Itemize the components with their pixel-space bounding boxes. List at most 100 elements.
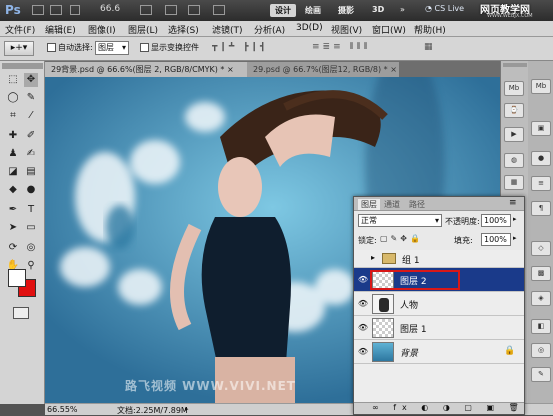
status-document-size[interactable]: 文档:2.25M/7.89M bbox=[117, 405, 188, 416]
layer-row-group[interactable]: ▸ 组 1 bbox=[354, 250, 524, 268]
menu-layer[interactable]: 图层(L) bbox=[128, 23, 158, 36]
layer-row-background[interactable]: 👁 背景 🔒 bbox=[354, 340, 524, 364]
channels-panel-icon[interactable]: ◎ bbox=[531, 343, 551, 358]
workspace-paint-button[interactable]: 绘画 bbox=[305, 5, 321, 16]
visibility-eye-icon[interactable] bbox=[357, 254, 369, 264]
dodge-tool-icon[interactable]: ● bbox=[24, 183, 38, 197]
tab-layers[interactable]: 图层 bbox=[358, 199, 380, 210]
bridge-icon[interactable] bbox=[32, 5, 44, 15]
zoom-tool-icon[interactable]: ⚲ bbox=[24, 259, 38, 273]
tab-29[interactable]: 29.psd @ 66.7%(图层12, RGB/8) * × bbox=[247, 62, 399, 77]
workspace-3d-button[interactable]: 3D bbox=[372, 5, 384, 14]
distribute-buttons[interactable]: ≡≣≡ ⦀⦀⦀ bbox=[312, 42, 412, 54]
eraser-tool-icon[interactable]: ◪ bbox=[6, 165, 20, 179]
dock-grip[interactable] bbox=[503, 63, 527, 67]
paragraph-panel-icon[interactable]: ¶ bbox=[531, 201, 551, 216]
arrange-documents-icon[interactable] bbox=[188, 5, 200, 15]
quick-mask-icon[interactable] bbox=[13, 307, 29, 319]
tool-preset-picker[interactable]: ▸+▾ bbox=[4, 41, 34, 56]
status-zoom[interactable]: 66.55% bbox=[47, 405, 78, 414]
close-icon[interactable]: × bbox=[390, 65, 397, 74]
type-tool-icon[interactable]: T bbox=[24, 203, 38, 217]
blur-tool-icon[interactable]: ◆ bbox=[6, 183, 20, 197]
brush-tool-icon[interactable]: ✐ bbox=[24, 129, 38, 143]
status-menu-arrow-icon[interactable]: ▸ bbox=[185, 405, 189, 413]
crop-tool-icon[interactable]: ⌗ bbox=[6, 109, 20, 123]
layers-panel-icon[interactable]: ◧ bbox=[531, 319, 551, 334]
panel-menu-icon[interactable]: ≡ bbox=[509, 198, 517, 208]
menu-analysis[interactable]: 分析(A) bbox=[254, 23, 285, 36]
shape-tool-icon[interactable]: ▭ bbox=[24, 221, 38, 235]
marquee-tool-icon[interactable]: ⬚ bbox=[6, 73, 20, 87]
menu-help[interactable]: 帮助(H) bbox=[414, 23, 446, 36]
lock-buttons[interactable]: ▢✎✥🔒 bbox=[380, 234, 423, 243]
pen-tool-icon[interactable]: ✒ bbox=[6, 203, 20, 217]
mb-panel-icon[interactable]: Mb bbox=[531, 79, 551, 94]
workspace-design-button[interactable]: 设计 bbox=[270, 4, 296, 17]
eyedropper-tool-icon[interactable]: ⁄ bbox=[24, 109, 38, 123]
menu-window[interactable]: 窗口(W) bbox=[372, 23, 406, 36]
toolbox-grip[interactable] bbox=[2, 63, 43, 69]
menu-image[interactable]: 图像(I) bbox=[88, 23, 116, 36]
actions-panel-icon[interactable]: ▶ bbox=[504, 127, 524, 142]
align-buttons[interactable]: ┳┃┻ ┣┃┫ bbox=[212, 42, 304, 54]
tab-paths[interactable]: 路径 bbox=[409, 199, 425, 210]
styles-panel-icon[interactable]: ◈ bbox=[531, 291, 551, 306]
healing-brush-tool-icon[interactable]: ✚ bbox=[6, 129, 20, 143]
quick-select-tool-icon[interactable]: ✎ bbox=[24, 91, 38, 105]
opacity-field[interactable]: 100% bbox=[481, 214, 511, 227]
menu-view[interactable]: 视图(V) bbox=[331, 23, 362, 36]
show-transform-checkbox[interactable] bbox=[140, 43, 149, 52]
menu-filter[interactable]: 滤镜(T) bbox=[212, 23, 243, 36]
screen-mode-icon[interactable] bbox=[213, 5, 225, 15]
tab-channels[interactable]: 通道 bbox=[384, 199, 400, 210]
visibility-eye-icon[interactable]: 👁 bbox=[357, 347, 369, 357]
3d-rotate-tool-icon[interactable]: ⟳ bbox=[6, 241, 20, 255]
auto-select-checkbox[interactable] bbox=[47, 43, 56, 52]
minibridge-icon[interactable] bbox=[50, 5, 62, 15]
minibridge-panel-icon[interactable]: Mb bbox=[504, 81, 524, 96]
menu-3d[interactable]: 3D(D) bbox=[296, 23, 323, 33]
blend-mode-dropdown[interactable]: 正常 ▾ bbox=[358, 214, 442, 227]
auto-select-dropdown[interactable]: 图层 ▾ bbox=[95, 41, 129, 55]
foreground-color-front[interactable] bbox=[8, 269, 26, 287]
gradient-tool-icon[interactable]: ▤ bbox=[24, 165, 38, 179]
workspace-more-icon[interactable]: » bbox=[400, 5, 405, 14]
layers-bottom-bar[interactable]: ∞ fx ◐ ◑ ▢ ▣ 🗑 bbox=[354, 402, 524, 414]
layer-row-person[interactable]: 👁 人物 bbox=[354, 292, 524, 316]
hand-icon[interactable] bbox=[140, 5, 152, 15]
workspace-photo-button[interactable]: 摄影 bbox=[338, 5, 354, 16]
color-panel-icon[interactable]: ◍ bbox=[504, 153, 524, 168]
swatches-panel-icon[interactable]: ▦ bbox=[504, 175, 524, 190]
menu-file[interactable]: 文件(F) bbox=[5, 23, 35, 36]
cs-live-button[interactable]: ◔ CS Live bbox=[425, 4, 464, 13]
zoom-level[interactable]: 66.6 bbox=[100, 4, 120, 14]
info-panel-icon[interactable]: ≡ bbox=[531, 176, 551, 191]
clone-stamp-tool-icon[interactable]: ♟ bbox=[6, 147, 20, 161]
fill-field[interactable]: 100% bbox=[481, 233, 511, 246]
menu-select[interactable]: 选择(S) bbox=[168, 23, 199, 36]
layer-row-layer1[interactable]: 👁 图层 1 bbox=[354, 316, 524, 340]
history-panel-icon[interactable]: ⌚ bbox=[504, 103, 524, 118]
layer-row-layer2[interactable]: 👁 图层 2 bbox=[354, 268, 524, 292]
tab-29-background[interactable]: 29背景.psd @ 66.6%(图层 2, RGB/8/CMYK) * × bbox=[45, 62, 247, 77]
rotate-view-icon[interactable] bbox=[165, 5, 177, 15]
path-selection-tool-icon[interactable]: ➤ bbox=[6, 221, 20, 235]
visibility-eye-icon[interactable]: 👁 bbox=[357, 275, 369, 285]
opacity-slider-icon[interactable]: ▸ bbox=[513, 215, 517, 223]
move-tool-icon[interactable]: ✥ bbox=[24, 73, 38, 87]
view-extras-icon[interactable] bbox=[70, 5, 80, 15]
close-icon[interactable]: × bbox=[227, 65, 234, 74]
clone-panel-icon[interactable]: ● bbox=[531, 151, 551, 166]
history-brush-tool-icon[interactable]: ✍ bbox=[24, 147, 38, 161]
masks-panel-icon[interactable]: ▩ bbox=[531, 266, 551, 281]
expand-triangle-icon[interactable]: ▸ bbox=[371, 253, 375, 262]
visibility-eye-icon[interactable]: 👁 bbox=[357, 299, 369, 309]
3d-orbit-tool-icon[interactable]: ◎ bbox=[24, 241, 38, 255]
lasso-tool-icon[interactable]: ◯ bbox=[6, 91, 20, 105]
fill-slider-icon[interactable]: ▸ bbox=[513, 234, 517, 242]
visibility-eye-icon[interactable]: 👁 bbox=[357, 323, 369, 333]
menu-edit[interactable]: 编辑(E) bbox=[45, 23, 76, 36]
paths-panel-icon[interactable]: ✎ bbox=[531, 367, 551, 382]
3d-panel-icon[interactable]: ◇ bbox=[531, 241, 551, 256]
